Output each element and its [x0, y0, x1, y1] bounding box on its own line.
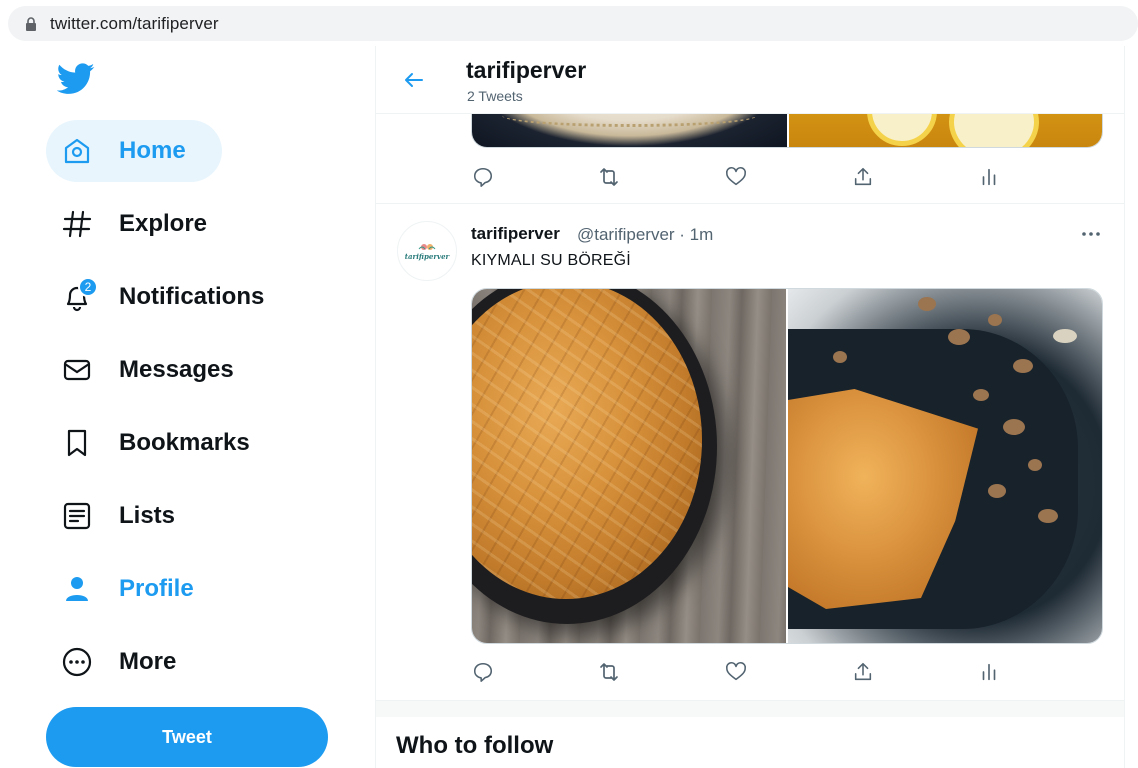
sidebar-item-home[interactable]: Home: [46, 120, 222, 182]
analytics-icon[interactable]: [977, 660, 1001, 684]
profile-header: tarifiperver 2 Tweets: [376, 46, 1124, 114]
hashtag-icon: [60, 207, 94, 241]
more-circle-icon: [60, 645, 94, 679]
sidebar-item-notifications[interactable]: 2 Notifications: [46, 266, 300, 328]
list-icon: [60, 499, 94, 533]
sidebar: Home Explore 2 Notifications Messages Bo…: [0, 46, 376, 768]
sidebar-item-label: Bookmarks: [119, 429, 250, 456]
more-dots-icon[interactable]: [1081, 224, 1101, 244]
sidebar-item-lists[interactable]: Lists: [46, 485, 211, 547]
avatar[interactable]: tarifiperver: [397, 221, 457, 281]
who-to-follow-title: Who to follow: [396, 732, 554, 759]
share-icon[interactable]: [851, 660, 875, 684]
lock-icon: [24, 16, 38, 32]
sidebar-item-profile[interactable]: Profile: [46, 558, 230, 620]
browser-address-bar: twitter.com/tarifiperver: [0, 0, 1138, 46]
analytics-icon[interactable]: [977, 165, 1001, 189]
like-icon[interactable]: [724, 165, 748, 189]
retweet-icon[interactable]: [597, 165, 621, 189]
bell-icon: 2: [60, 277, 98, 314]
person-icon: [60, 572, 94, 606]
tweet-count: 2 Tweets: [467, 88, 523, 104]
page-title: tarifiperver: [466, 57, 587, 83]
twitter-logo-icon[interactable]: [56, 62, 95, 96]
home-icon: [60, 134, 94, 168]
url-text: twitter.com/tarifiperver: [50, 13, 219, 33]
tweet-handle-time[interactable]: @tarifiperver · 1m: [577, 225, 713, 245]
sidebar-item-label: Home: [119, 137, 186, 164]
reply-icon[interactable]: [471, 165, 495, 189]
tweet-button[interactable]: Tweet: [46, 707, 328, 767]
sidebar-item-more[interactable]: More: [46, 631, 212, 693]
sidebar-item-messages[interactable]: Messages: [46, 339, 270, 401]
sidebar-item-explore[interactable]: Explore: [46, 193, 243, 255]
section-separator: [376, 701, 1124, 717]
sidebar-item-label: More: [119, 648, 177, 675]
avatar-text: tarifiperver: [404, 251, 450, 261]
scrollbar[interactable]: [1126, 46, 1138, 768]
retweet-icon[interactable]: [597, 660, 621, 684]
sidebar-item-label: Profile: [119, 575, 194, 602]
tweet-actions: [471, 660, 1011, 684]
url-field[interactable]: twitter.com/tarifiperver: [8, 6, 1138, 41]
envelope-icon: [60, 353, 94, 387]
sidebar-item-label: Messages: [119, 356, 234, 383]
tweet-actions: [471, 165, 1011, 189]
media-image-borek[interactable]: [472, 289, 786, 643]
notification-badge: 2: [78, 277, 98, 297]
sidebar-item-label: Lists: [119, 502, 176, 529]
sidebar-item-label: Explore: [119, 210, 208, 237]
tweet-media[interactable]: [471, 288, 1103, 644]
sidebar-item-label: Notifications: [119, 283, 265, 310]
like-icon[interactable]: [724, 660, 748, 684]
avatar-logo-icon: [418, 243, 436, 250]
share-icon[interactable]: [851, 165, 875, 189]
tweet-divider: [376, 203, 1124, 204]
media-image-borek-slice[interactable]: [788, 289, 1102, 643]
back-arrow-icon[interactable]: [402, 68, 426, 92]
reply-icon[interactable]: [471, 660, 495, 684]
tweet-author-name[interactable]: tarifiperver: [471, 224, 560, 244]
tweet-text: KIYMALI SU BÖREĞİ: [471, 252, 631, 269]
bookmark-icon: [60, 426, 94, 460]
main-timeline: tarifiperver tarifiperver @tarifiperver …: [375, 46, 1125, 768]
sidebar-item-bookmarks[interactable]: Bookmarks: [46, 412, 286, 474]
